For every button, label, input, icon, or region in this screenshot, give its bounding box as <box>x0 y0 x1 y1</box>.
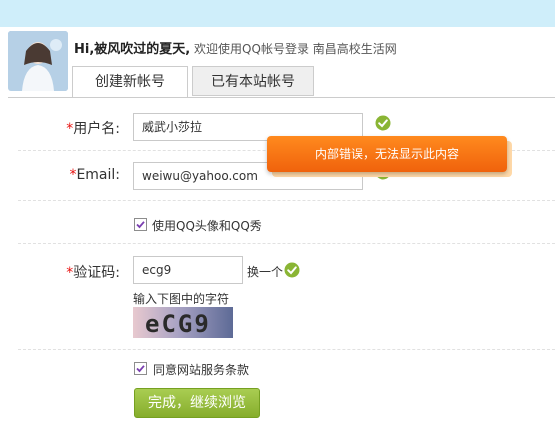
row-divider <box>18 349 555 350</box>
use-avatar-label: 使用QQ头像和QQ秀 <box>152 219 262 233</box>
avatar-image <box>8 31 68 91</box>
captcha-label: *验证码: <box>62 262 120 282</box>
agree-terms-checkbox[interactable] <box>134 362 147 375</box>
change-captcha-link[interactable]: 换一个 <box>247 263 283 280</box>
email-label: *Email: <box>62 167 120 183</box>
row-divider <box>18 200 555 201</box>
captcha-label-text: 验证码: <box>73 265 120 281</box>
error-popup: 内部错误，无法显示此内容 <box>267 136 507 172</box>
tab-create-account[interactable]: 创建新帐号 <box>72 66 188 98</box>
tab-existing-account[interactable]: 已有本站帐号 <box>192 66 314 96</box>
welcome-text: Hi,被风吹过的夏天, 欢迎使用QQ帐号登录 南昌高校生活网 <box>74 38 397 57</box>
agree-terms-label[interactable]: 同意网站服务条款 <box>153 361 249 378</box>
top-bar <box>0 0 555 27</box>
avatar <box>8 31 68 91</box>
row-divider <box>18 243 555 244</box>
submit-button[interactable]: 完成，继续浏览 <box>134 388 260 418</box>
captcha-text: eCG9 <box>145 310 211 338</box>
use-avatar-checkbox[interactable] <box>134 218 147 231</box>
username-label-text: 用户名: <box>73 121 120 137</box>
captcha-hint: 输入下图中的字符 <box>133 292 230 306</box>
tab-divider <box>8 97 555 98</box>
email-label-text: Email: <box>76 167 120 183</box>
check-icon <box>284 262 300 278</box>
captcha-image[interactable]: eCG9 <box>133 307 233 338</box>
captcha-input[interactable]: ecg9 <box>133 256 243 284</box>
username-label: *用户名: <box>62 118 120 138</box>
welcome-message: 欢迎使用QQ帐号登录 南昌高校生活网 <box>194 42 397 56</box>
check-icon <box>375 115 391 131</box>
user-name: Hi,被风吹过的夏天, <box>74 42 191 57</box>
